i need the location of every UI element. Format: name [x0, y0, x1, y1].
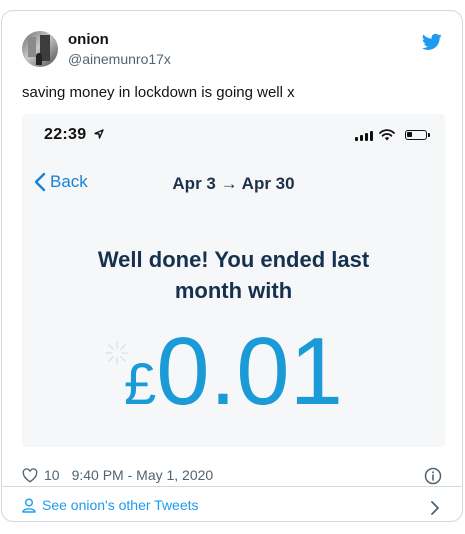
signal-icon: [355, 131, 373, 141]
tweet-text: saving money in lockdown is going well x: [22, 84, 295, 101]
chevron-right-icon[interactable]: [430, 500, 440, 516]
tweet-timestamp[interactable]: 9:40 PM - May 1, 2020: [72, 467, 214, 483]
battery-icon: [405, 130, 430, 140]
like-count[interactable]: 10: [44, 467, 60, 483]
tweet-meta: 10 9:40 PM - May 1, 2020: [22, 467, 213, 483]
divider: [2, 486, 462, 487]
wifi-icon: [379, 129, 395, 141]
currency-symbol: £: [123, 352, 157, 417]
headline-line-1: Well done! You ended last: [97, 247, 370, 272]
amount-display: £0.01: [22, 322, 445, 422]
amount-value: 0.01: [156, 318, 344, 425]
date-range: Apr 3 → Apr 30: [22, 174, 445, 194]
other-tweets-link[interactable]: See onion's other Tweets: [22, 497, 199, 513]
headline: Well done! You ended last month with: [22, 244, 445, 306]
date-range-label: Apr 3 → Apr 30: [172, 174, 295, 193]
author-name[interactable]: onion: [68, 31, 109, 48]
avatar[interactable]: [22, 31, 58, 67]
person-icon: [22, 498, 36, 513]
tweet-image[interactable]: 22:39 Back Apr 3 → Apr 30 Well done! You…: [22, 114, 445, 447]
headline-line-2: month with: [174, 278, 293, 303]
tweet-card: onion @ainemunro17x saving money in lock…: [1, 10, 463, 522]
other-tweets-label: See onion's other Tweets: [42, 497, 199, 513]
status-bar-time: 22:39: [44, 126, 87, 143]
heart-icon[interactable]: [22, 467, 38, 483]
twitter-bird-icon[interactable]: [422, 33, 442, 51]
location-arrow-icon: [94, 129, 104, 139]
info-icon[interactable]: [424, 467, 442, 485]
author-handle[interactable]: @ainemunro17x: [68, 51, 171, 67]
